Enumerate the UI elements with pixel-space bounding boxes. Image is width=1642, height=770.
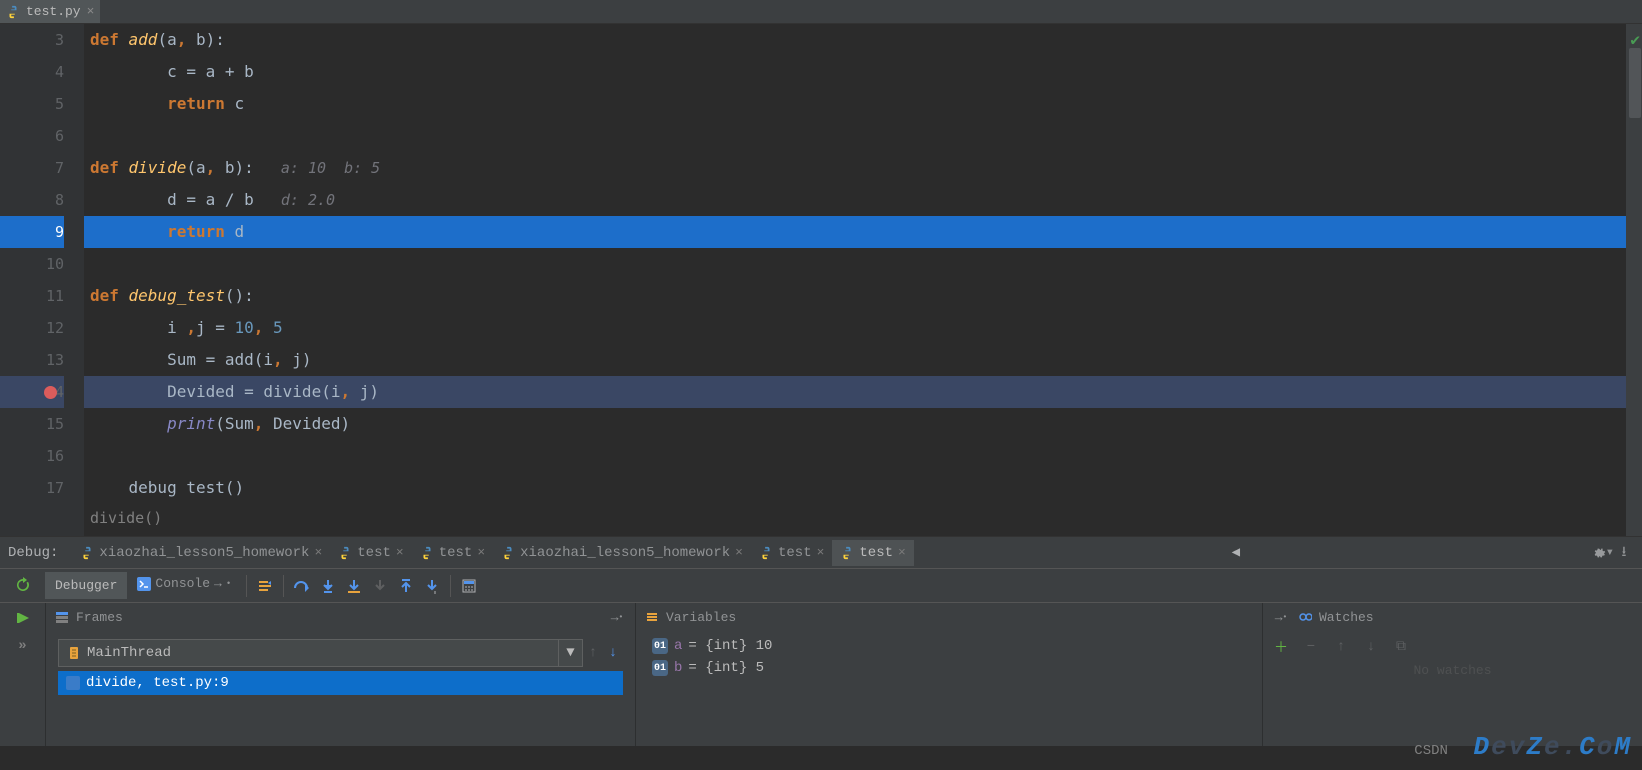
variables-icon bbox=[644, 609, 660, 625]
context-breadcrumb: divide() bbox=[90, 502, 162, 534]
debug-label: Debug: bbox=[8, 545, 58, 561]
step-into-icon[interactable] bbox=[315, 573, 341, 599]
python-icon bbox=[6, 5, 20, 19]
duplicate-watch-icon[interactable]: ⧉ bbox=[1391, 637, 1411, 657]
step-over-icon[interactable] bbox=[289, 573, 315, 599]
watermark: CSDN DevZe.CoM bbox=[1414, 732, 1632, 762]
debugger-tab[interactable]: Debugger bbox=[45, 572, 127, 599]
thread-dropdown-icon[interactable]: ▼ bbox=[559, 639, 583, 667]
code-area[interactable]: def add(a, b): c = a + b return c def di… bbox=[84, 24, 1642, 536]
force-step-into-icon[interactable] bbox=[367, 573, 393, 599]
more-icon[interactable]: » bbox=[10, 633, 36, 659]
pin-icon[interactable]: ⭳ bbox=[1614, 543, 1634, 563]
step-into-my-code-icon[interactable] bbox=[341, 573, 367, 599]
frames-panel: Frames →• MainThread ▼ ↑ ↓ divide, test.… bbox=[45, 603, 635, 746]
gear-icon[interactable]: ▾ bbox=[1594, 543, 1614, 563]
restore-layout-icon[interactable]: →• bbox=[607, 607, 627, 627]
close-icon[interactable]: × bbox=[87, 4, 95, 19]
variable-row[interactable]: 01 b = {int} 5 bbox=[644, 657, 1254, 679]
resume-icon[interactable] bbox=[10, 605, 36, 631]
watches-icon bbox=[1297, 609, 1313, 625]
file-tab-bar: test.py × bbox=[0, 0, 1642, 24]
debug-config-tab[interactable]: xiaozhai_lesson5_homework× bbox=[72, 540, 330, 566]
remove-watch-icon[interactable]: − bbox=[1301, 637, 1321, 657]
run-to-cursor-icon[interactable] bbox=[419, 573, 445, 599]
watch-up-icon[interactable]: ↑ bbox=[1331, 637, 1351, 657]
debug-config-tab[interactable]: xiaozhai_lesson5_homework× bbox=[493, 540, 751, 566]
show-execution-point-icon[interactable] bbox=[252, 573, 278, 599]
scroll-left-icon[interactable]: ◀ bbox=[1223, 544, 1249, 561]
code-editor[interactable]: 34567891011121314151617 def add(a, b): c… bbox=[0, 24, 1642, 536]
step-out-icon[interactable] bbox=[393, 573, 419, 599]
frames-title: Frames bbox=[76, 610, 601, 625]
debug-config-tab[interactable]: test× bbox=[751, 540, 832, 566]
next-frame-icon[interactable]: ↓ bbox=[603, 643, 623, 663]
thread-select[interactable]: MainThread bbox=[58, 639, 559, 667]
debug-config-tab[interactable]: test× bbox=[412, 540, 493, 566]
variables-title: Variables bbox=[666, 610, 1254, 625]
debug-config-tab[interactable]: test× bbox=[832, 540, 913, 566]
console-tab[interactable]: Console →• bbox=[127, 570, 241, 601]
rerun-icon[interactable] bbox=[10, 572, 36, 598]
evaluate-expression-icon[interactable] bbox=[456, 573, 482, 599]
gutter: 34567891011121314151617 bbox=[0, 24, 84, 536]
debug-config-tab[interactable]: test× bbox=[330, 540, 411, 566]
stack-frame[interactable]: divide, test.py:9 bbox=[58, 671, 623, 695]
watches-title: Watches bbox=[1319, 610, 1634, 625]
file-tab[interactable]: test.py × bbox=[0, 0, 100, 23]
variable-row[interactable]: 01 a = {int} 10 bbox=[644, 635, 1254, 657]
file-tab-label: test.py bbox=[26, 4, 81, 19]
frames-icon bbox=[54, 609, 70, 625]
scrollbar-thumb[interactable] bbox=[1629, 48, 1641, 118]
watches-empty-text: No watches bbox=[1263, 663, 1642, 678]
debug-toolbar: Debugger Console →• bbox=[0, 568, 1642, 602]
debug-panels: » Frames →• MainThread ▼ ↑ ↓ divide, tes… bbox=[0, 602, 1642, 746]
breakpoint-icon[interactable] bbox=[44, 386, 57, 399]
add-watch-icon[interactable]: ＋ bbox=[1271, 637, 1291, 657]
debug-run-bar: Debug: xiaozhai_lesson5_homework×test×te… bbox=[0, 536, 1642, 568]
left-rail: » bbox=[0, 603, 45, 746]
inspection-ok-icon[interactable]: ✔ bbox=[1630, 30, 1640, 50]
variables-panel: Variables 01 a = {int} 1001 b = {int} 5 bbox=[635, 603, 1262, 746]
watches-panel: →• Watches ＋ − ↑ ↓ ⧉ No watches bbox=[1262, 603, 1642, 746]
restore-layout-icon[interactable]: →• bbox=[1271, 607, 1291, 627]
prev-frame-icon[interactable]: ↑ bbox=[583, 643, 603, 663]
watch-down-icon[interactable]: ↓ bbox=[1361, 637, 1381, 657]
